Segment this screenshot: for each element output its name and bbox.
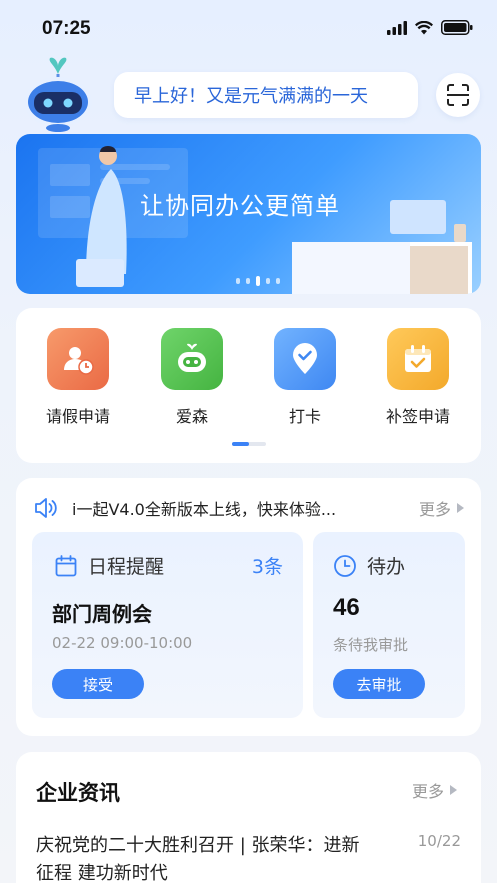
more-label: 更多	[418, 500, 451, 519]
notice-text: i一起V4.0全新版本上线，快来体验...	[72, 500, 337, 519]
notice-more-link[interactable]: 更多	[419, 496, 464, 520]
banner-dot[interactable]	[276, 278, 280, 284]
quick-action-aisen[interactable]: 爱森	[152, 328, 232, 427]
news-item-title[interactable]: 庆祝党的二十大胜利召开 | 张荣华：进新征程 建功新时代	[36, 832, 376, 883]
schedule-event-time: 02-22 09:00-10:00	[52, 634, 193, 652]
quick-action-checkin[interactable]: 打卡	[265, 328, 345, 427]
clock-icon	[334, 554, 356, 577]
news-item-date: 10/22	[417, 832, 461, 850]
speaker-icon	[35, 498, 57, 518]
news-section-title: 企业资讯	[36, 781, 120, 805]
more-label: 更多	[411, 782, 444, 801]
banner-pagination	[236, 276, 280, 286]
promo-banner[interactable]: 让协同办公更简单	[16, 134, 481, 294]
robot-face-icon	[161, 328, 223, 390]
todo-header: 待办	[333, 552, 405, 579]
quick-action-label: 爱森	[175, 407, 208, 426]
notice-bar[interactable]: i一起V4.0全新版本上线，快来体验... 更多	[34, 496, 464, 520]
banner-dot-active[interactable]	[256, 276, 260, 286]
quick-action-label: 打卡	[288, 407, 321, 426]
chevron-right-icon	[457, 503, 464, 513]
chevron-right-icon	[450, 785, 457, 795]
status-bar: 07:25	[0, 0, 497, 56]
location-check-icon	[274, 328, 336, 390]
quick-action-leave[interactable]: 请假申请	[38, 328, 118, 427]
status-icons	[387, 20, 473, 35]
todo-subtitle: 条待我审批	[333, 636, 409, 654]
banner-dot[interactable]	[236, 278, 240, 284]
todo-card[interactable]: 待办 46 条待我审批 去审批	[313, 532, 465, 718]
banner-title: 让协同办公更简单	[140, 192, 340, 220]
quick-actions-page-indicator	[232, 442, 266, 446]
accept-button[interactable]: 接受	[52, 669, 144, 699]
news-card: 企业资讯 更多 庆祝党的二十大胜利召开 | 张荣华：进新征程 建功新时代 10/…	[16, 752, 481, 883]
status-time: 07:25	[42, 18, 91, 39]
todo-title: 待办	[367, 556, 406, 578]
schedule-header: 日程提醒	[54, 552, 164, 579]
battery-icon	[441, 20, 473, 35]
greeting-text: 早上好！又是元气满满的一天	[134, 86, 368, 107]
quick-action-label: 请假申请	[45, 407, 110, 426]
quick-action-label: 补签申请	[385, 407, 450, 426]
schedule-title: 日程提醒	[88, 556, 165, 578]
scan-button[interactable]	[436, 73, 480, 117]
calendar-icon	[55, 554, 77, 576]
todo-count: 46	[333, 594, 360, 621]
banner-dot[interactable]	[266, 278, 270, 284]
news-more-link[interactable]: 更多	[412, 778, 457, 802]
leave-request-icon	[47, 328, 109, 390]
go-approve-button[interactable]: 去审批	[333, 669, 425, 699]
signal-icon	[387, 20, 407, 35]
scan-icon	[447, 84, 469, 106]
wifi-icon	[415, 20, 433, 34]
quick-actions-card: 请假申请 爱森 打卡 补签申请	[16, 308, 481, 463]
quick-action-resign[interactable]: 补签申请	[378, 328, 458, 427]
robot-mascot-icon[interactable]	[18, 54, 98, 132]
greeting-bubble: 早上好！又是元气满满的一天	[114, 72, 418, 118]
calendar-check-icon	[387, 328, 449, 390]
schedule-event-title: 部门周例会	[52, 602, 152, 626]
schedule-count: 3条	[251, 556, 283, 578]
workbench-card: i一起V4.0全新版本上线，快来体验... 更多 日程提醒 3条 部门周例会 0…	[16, 478, 481, 736]
banner-dot[interactable]	[246, 278, 250, 284]
schedule-card[interactable]: 日程提醒 3条 部门周例会 02-22 09:00-10:00 接受	[32, 532, 303, 718]
